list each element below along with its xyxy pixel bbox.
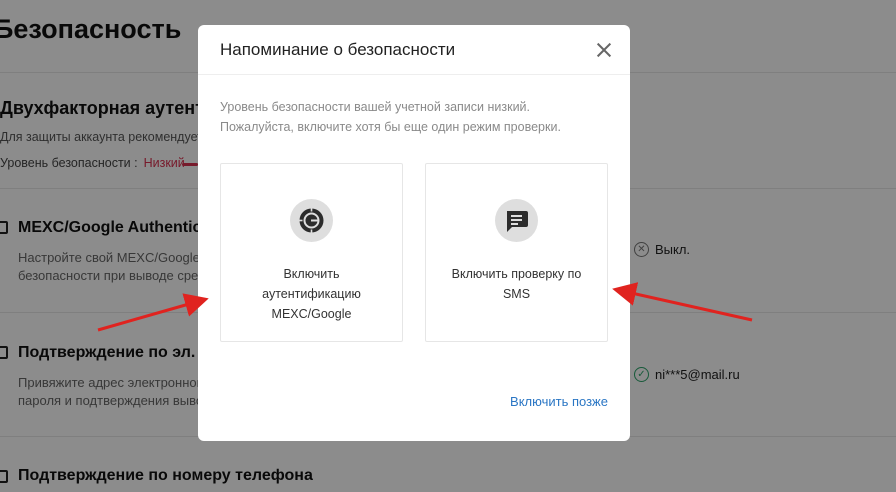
authenticator-icon <box>290 199 333 242</box>
close-icon[interactable] <box>594 40 614 60</box>
modal-header: Напоминание о безопасности <box>198 25 630 75</box>
sms-message-icon <box>495 199 538 242</box>
security-reminder-modal: Напоминание о безопасности Уровень безоп… <box>198 25 630 441</box>
sms-option-label-1: Включить проверку по <box>451 267 582 281</box>
modal-message-line-1: Уровень безопасности вашей учетной запис… <box>220 100 531 114</box>
modal-title: Напоминание о безопасности <box>220 40 456 59</box>
sms-option-label-2: SMS <box>502 287 531 301</box>
modal-message: Уровень безопасности вашей учетной запис… <box>220 97 561 137</box>
enable-sms-option[interactable]: Включить проверку по SMS <box>425 163 608 342</box>
authenticator-option-label-2: аутентификацию <box>262 287 361 301</box>
authenticator-option-label-1: Включить <box>283 267 340 281</box>
enable-later-link[interactable]: Включить позже <box>510 394 608 409</box>
authenticator-option-label-3: MEXC/Google <box>271 307 352 321</box>
enable-authenticator-option[interactable]: Включить аутентификацию MEXC/Google <box>220 163 403 342</box>
modal-message-line-2: Пожалуйста, включите хотя бы еще один ре… <box>220 120 561 134</box>
